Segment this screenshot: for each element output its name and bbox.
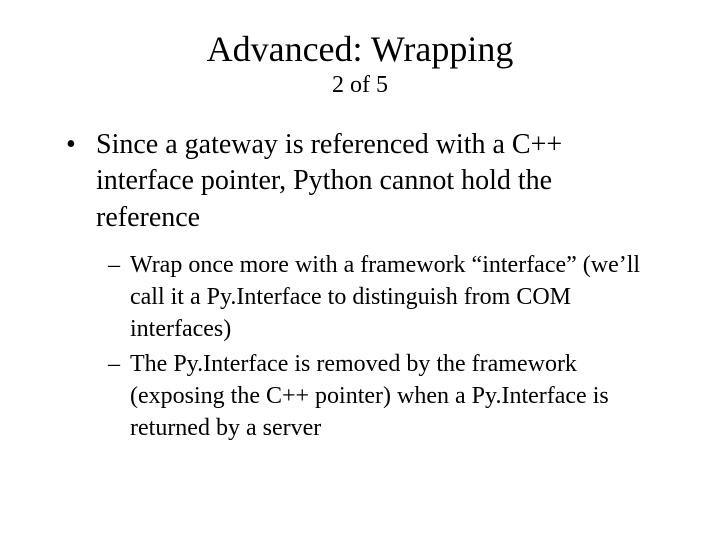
slide-subtitle: 2 of 5 xyxy=(60,72,660,99)
sub-bullet-text: Wrap once more with a framework “interfa… xyxy=(130,250,660,345)
sub-bullet-text: The Py.Interface is removed by the frame… xyxy=(130,349,660,444)
main-bullet-text: Since a gateway is referenced with a C++… xyxy=(96,127,660,236)
dash-icon: – xyxy=(108,250,130,282)
bullet-dot-icon: • xyxy=(60,127,96,163)
dash-icon: – xyxy=(108,349,130,381)
slide-title: Advanced: Wrapping xyxy=(60,28,660,70)
sub-bullet: – The Py.Interface is removed by the fra… xyxy=(108,349,660,444)
slide: Advanced: Wrapping 2 of 5 • Since a gate… xyxy=(0,0,720,468)
sub-bullet: – Wrap once more with a framework “inter… xyxy=(108,250,660,345)
sub-bullet-list: – Wrap once more with a framework “inter… xyxy=(60,250,660,444)
main-bullet: • Since a gateway is referenced with a C… xyxy=(60,127,660,236)
